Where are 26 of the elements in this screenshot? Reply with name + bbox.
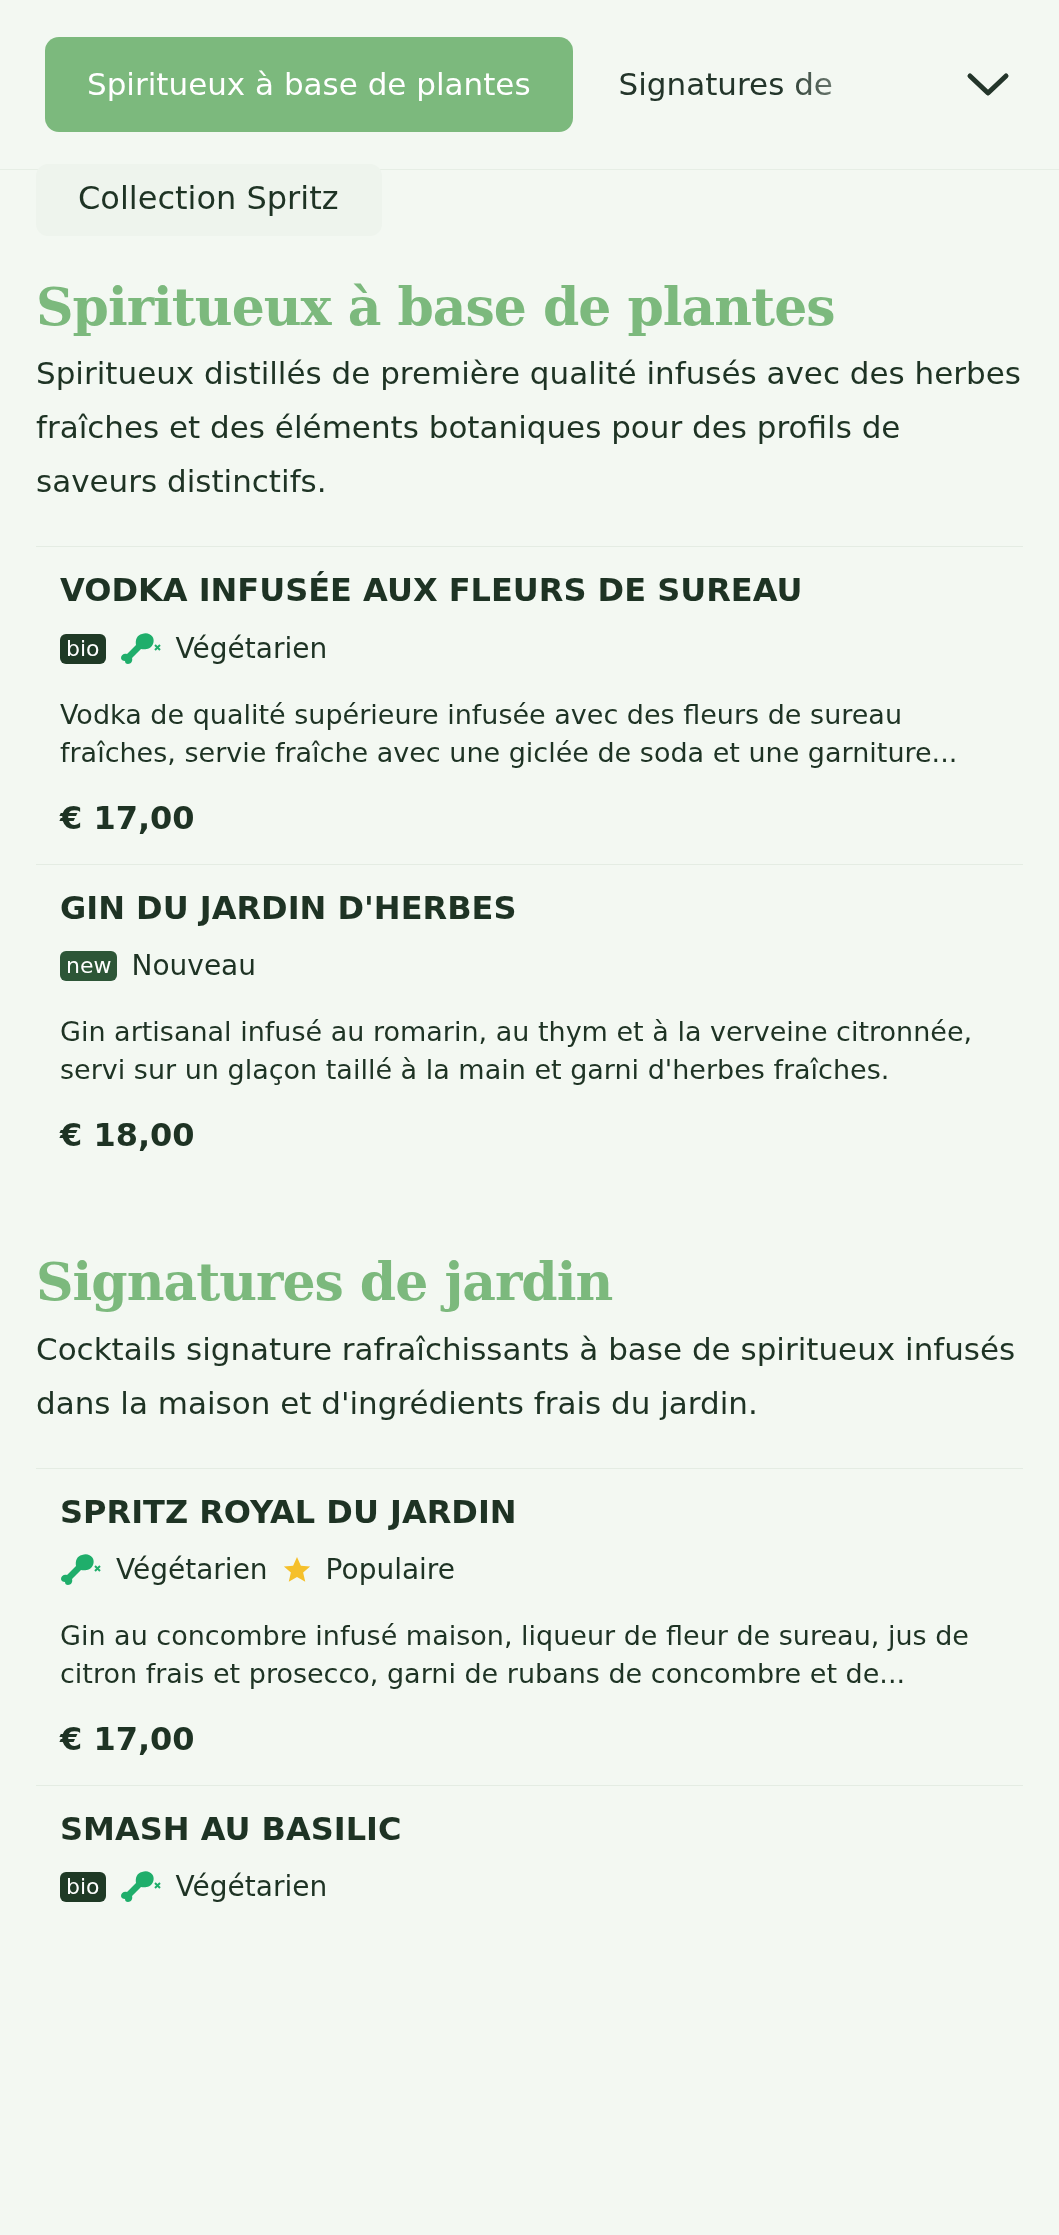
- item-price: € 17,00: [60, 797, 196, 839]
- item-description: Gin artisanal infusé au romarin, au thym et à la verveine citronnée, servi sur un glaçon taillé à la main et garni d'herbes fraîches.: [60, 1015, 974, 1088]
- item-description: Vodka de qualité supérieure infusée avec des fleurs de sureau fraîches, servie fraîche avec une giclée de soda et une garniture...: [60, 697, 959, 770]
- section-heading: Spiritueux à base de plantes: [36, 276, 836, 339]
- drumstick-icon: [60, 1551, 102, 1588]
- organic-badge: bio: [60, 633, 106, 664]
- vegetarian-label: Végétarien: [116, 1551, 268, 1588]
- subcategory-tab[interactable]: Collection Spritz: [36, 164, 383, 236]
- item-price: € 18,00: [60, 1115, 196, 1157]
- organic-badge: bio: [60, 1872, 106, 1903]
- item-name: SPRITZ ROYAL DU JARDIN: [60, 1492, 518, 1531]
- drumstick-icon: [119, 630, 162, 667]
- new-label: Nouveau: [131, 948, 256, 985]
- section-description: Spiritueux distillés de première qualité infusés avec des herbes fraîches et des éléments botaniques pour des profils de saveurs distinctifs.: [36, 354, 1022, 502]
- item-description: Gin au concombre infusé maison, liqueur de fleur de sureau, jus de citron frais et prosecco, garni de rubans de concombre et de...: [60, 1618, 970, 1691]
- item-name: VODKA INFUSÉE AUX FLEURS DE SUREAU: [60, 571, 804, 610]
- section-description: Cocktails signature rafraîchissants à base de spiritueux infusés dans la maison et d'ingrédients frais du jardin.: [36, 1329, 1017, 1423]
- item-price: € 17,00: [60, 1718, 196, 1760]
- category-tab[interactable]: Signatures de: [588, 37, 863, 132]
- vegetarian-label: Végétarien: [175, 630, 328, 667]
- item-name: GIN DU JARDIN D'HERBES: [60, 888, 518, 928]
- popular-label: Populaire: [325, 1551, 455, 1588]
- item-name: SMASH AU BASILIC: [60, 1809, 403, 1849]
- vegetarian-label: Végétarien: [175, 1869, 328, 1906]
- new-badge: new: [60, 951, 118, 982]
- section-heading: Signatures de jardin: [36, 1251, 614, 1314]
